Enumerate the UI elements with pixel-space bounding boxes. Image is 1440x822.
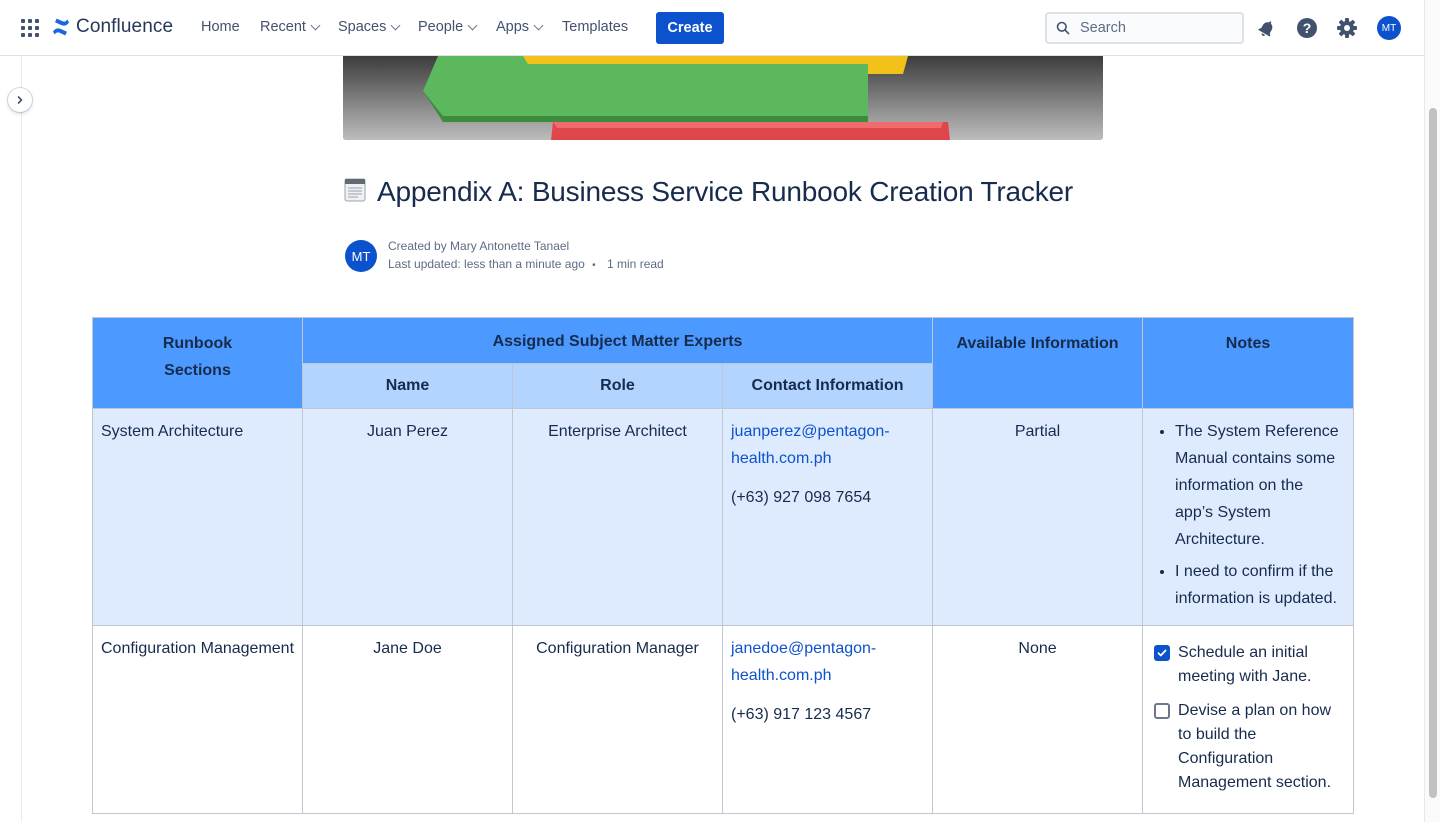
user-avatar[interactable]: MT: [1377, 16, 1401, 40]
role-cell: Configuration Manager: [512, 625, 723, 814]
create-button[interactable]: Create: [656, 12, 724, 44]
nav-apps-label: Apps: [496, 19, 530, 35]
email-link[interactable]: janedoe@pentagon-health.com.ph: [731, 640, 876, 684]
header-notes: Notes: [1142, 317, 1355, 409]
task-item: Schedule an initial meeting with Jane.: [1154, 641, 1347, 689]
chevron-right-icon: [17, 96, 23, 104]
task-text: Devise a plan on how to build the Config…: [1178, 702, 1332, 791]
checkmark-icon: [1157, 649, 1167, 657]
task-checkbox[interactable]: [1154, 703, 1171, 719]
meta-separator: •: [592, 260, 596, 271]
search-box[interactable]: [1045, 12, 1244, 44]
nav-people[interactable]: People: [418, 19, 478, 35]
nav-recent-label: Recent: [260, 19, 306, 35]
svg-text:?: ?: [1303, 20, 1312, 36]
confluence-logo-icon: [53, 18, 69, 36]
help-icon[interactable]: ?: [1295, 16, 1319, 40]
table-row: Configuration Management Jane Doe Config…: [92, 625, 1355, 814]
page-title-row: Appendix A: Business Service Runbook Cre…: [343, 176, 1073, 208]
name-cell: Jane Doe: [302, 625, 513, 814]
header-assigned-experts: Assigned Subject Matter Experts: [301, 317, 934, 364]
available-cell: None: [932, 625, 1144, 814]
available-cell: Partial: [932, 408, 1144, 626]
name-cell: Juan Perez: [302, 408, 513, 626]
nav-recent[interactable]: Recent: [260, 19, 321, 35]
chevron-down-icon: [390, 20, 401, 30]
read-time: 1 min read: [607, 257, 664, 271]
page-byline: MT Created by Mary Antonette Tanael Last…: [345, 237, 664, 275]
settings-gear-icon[interactable]: [1335, 16, 1359, 40]
section-cell: Configuration Management: [92, 625, 303, 814]
notes-list: The System Reference Manual contains som…: [1151, 418, 1345, 612]
role-cell: Enterprise Architect: [512, 408, 723, 626]
header-name: Name: [302, 363, 513, 409]
notes-cell: The System Reference Manual contains som…: [1142, 408, 1355, 626]
table-row: System Architecture Juan Perez Enterpris…: [92, 408, 1355, 626]
chevron-down-icon: [467, 20, 478, 30]
header-contact-information: Contact Information: [721, 363, 934, 409]
nav-home[interactable]: Home: [201, 19, 240, 35]
nav-templates[interactable]: Templates: [562, 19, 628, 35]
scrollbar-thumb[interactable]: [1429, 108, 1437, 798]
header-available-information: Available Information: [932, 317, 1144, 409]
notepad-emoji-icon: [343, 176, 367, 208]
section-cell: System Architecture: [92, 408, 303, 626]
nav-apps[interactable]: Apps: [496, 19, 544, 35]
app-switcher-icon[interactable]: [21, 19, 39, 37]
nav-spaces[interactable]: Spaces: [338, 19, 401, 35]
page-scrollbar[interactable]: [1424, 0, 1440, 822]
notes-cell: Schedule an initial meeting with Jane. D…: [1142, 625, 1355, 814]
nav-spaces-label: Spaces: [338, 19, 387, 35]
cover-image: [343, 56, 1103, 140]
page-metadata: Last updated: less than a minute ago • 1…: [388, 255, 664, 275]
list-item: The System Reference Manual contains som…: [1175, 418, 1345, 553]
email-link[interactable]: juanperez@pentagon-health.com.ph: [731, 423, 890, 467]
chevron-down-icon: [310, 20, 321, 30]
task-checkbox-checked[interactable]: [1154, 645, 1171, 661]
contact-cell: juanperez@pentagon-health.com.ph (+63) 9…: [721, 408, 934, 626]
nav-people-label: People: [418, 19, 464, 35]
author-avatar[interactable]: MT: [345, 240, 377, 272]
created-by: Created by Mary Antonette Tanael: [388, 239, 570, 253]
logo-text: Confluence: [76, 16, 174, 37]
last-updated[interactable]: Last updated: less than a minute ago: [388, 257, 585, 271]
nav-templates-label: Templates: [562, 19, 629, 35]
search-icon: [1056, 21, 1070, 35]
list-item: I need to confirm if the information is …: [1175, 558, 1345, 612]
task-text: Schedule an initial meeting with Jane.: [1178, 644, 1312, 685]
runbook-tracker-table: Runbook Sections Assigned Subject Matter…: [92, 317, 1355, 814]
chevron-down-icon: [533, 20, 544, 30]
sidebar-rail: [0, 56, 22, 822]
phone-number: (+63) 917 123 4567: [731, 706, 872, 723]
search-input[interactable]: [1078, 19, 1232, 37]
task-item: Devise a plan on how to build the Config…: [1154, 699, 1347, 795]
notifications-icon[interactable]: [1255, 16, 1279, 40]
cover-image-graphic: [343, 56, 1103, 140]
contact-cell: janedoe@pentagon-health.com.ph (+63) 917…: [721, 625, 934, 814]
header-role: Role: [512, 363, 723, 409]
header-runbook-sections: Runbook Sections: [92, 317, 303, 409]
expand-sidebar-button[interactable]: [8, 88, 32, 112]
top-navigation: Confluence Home Recent Spaces People App…: [0, 0, 1424, 56]
page-title: Appendix A: Business Service Runbook Cre…: [377, 176, 1073, 207]
confluence-logo[interactable]: Confluence: [52, 16, 173, 38]
phone-number: (+63) 927 098 7654: [731, 489, 872, 506]
nav-home-label: Home: [201, 19, 240, 35]
